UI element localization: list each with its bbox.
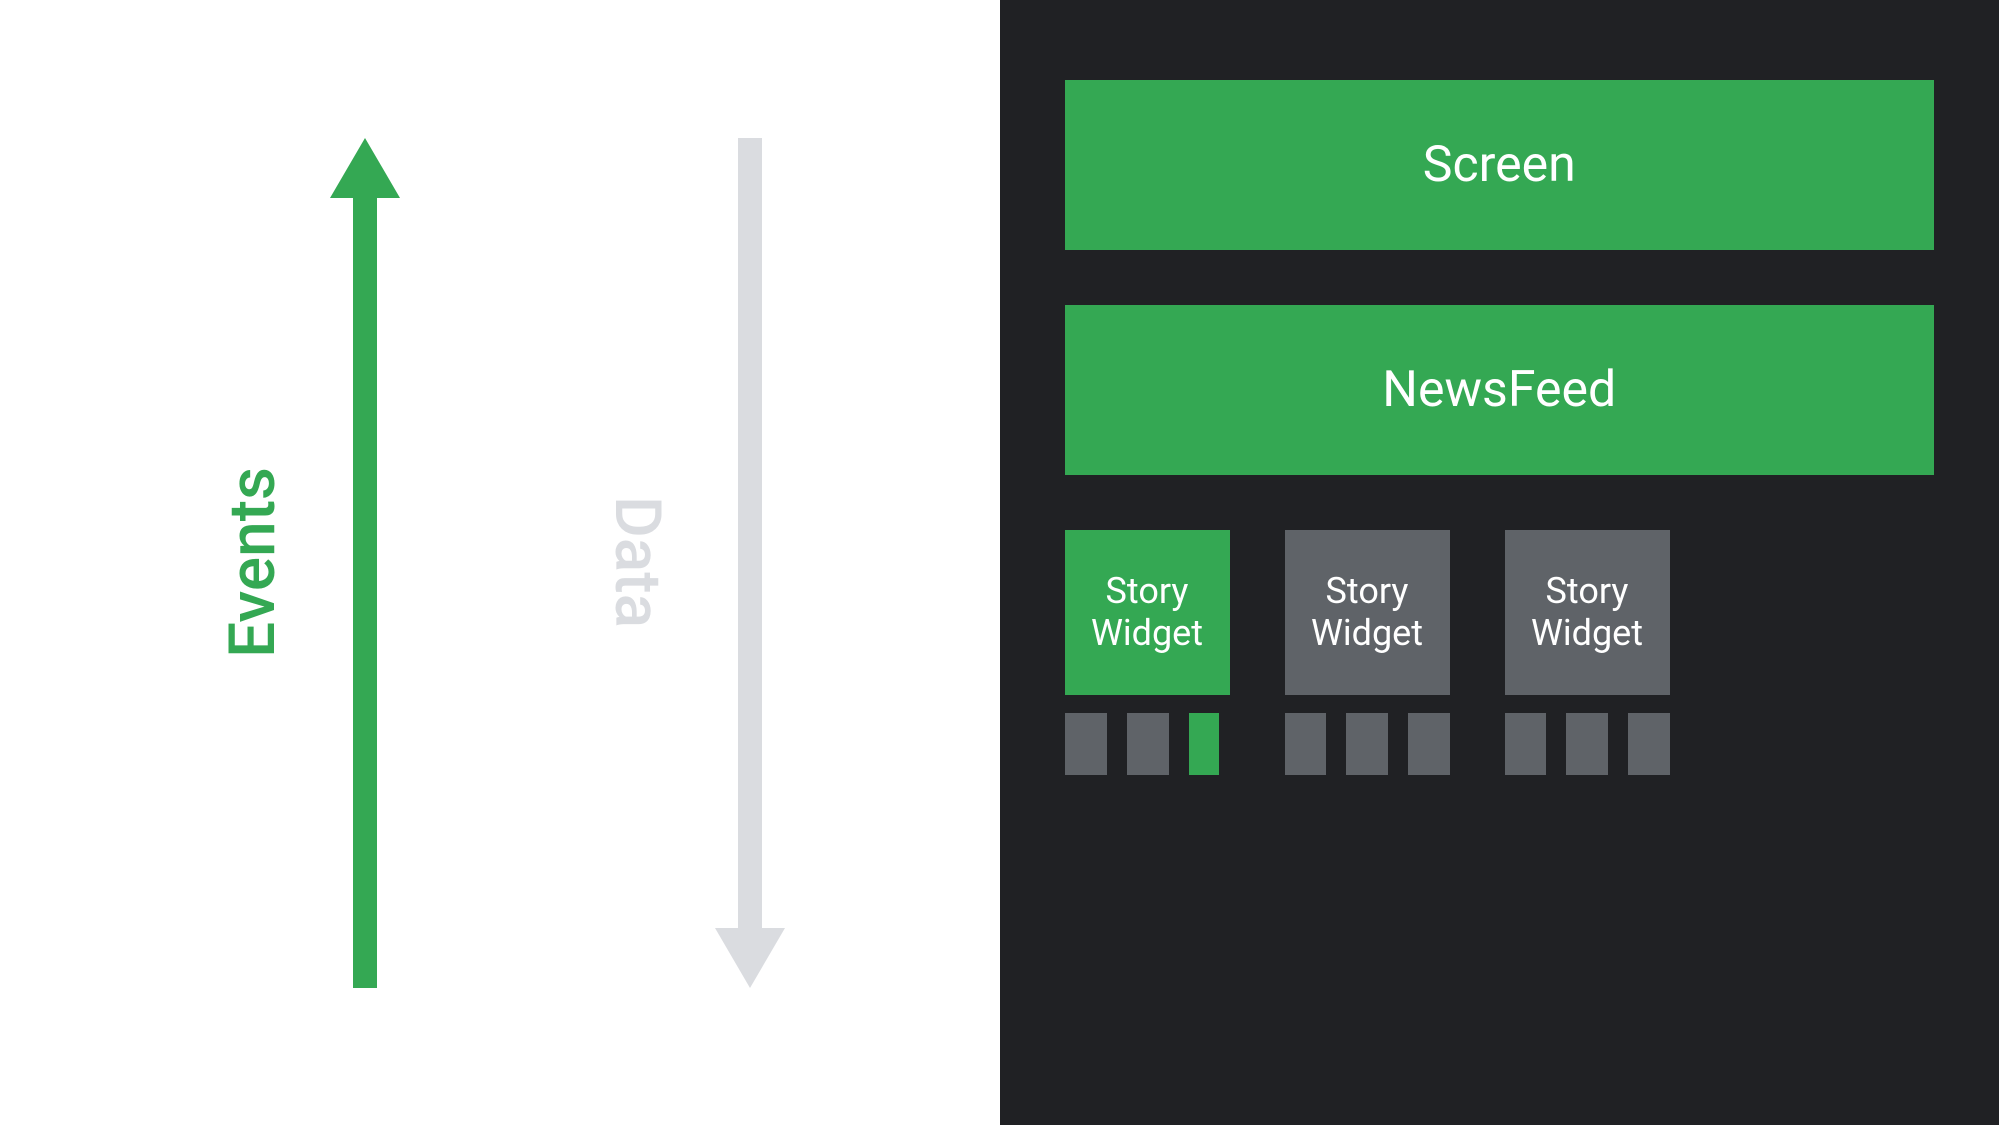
events-label: Events — [215, 467, 290, 658]
data-label: Data — [600, 496, 675, 628]
right-panel: Screen NewsFeed Story Widget Story Widge… — [1000, 0, 1999, 1125]
widget-title-line1: Story — [1106, 571, 1189, 612]
events-flow-group: Events — [215, 138, 400, 988]
events-arrow-up-icon — [330, 138, 400, 988]
data-flow-group: Data — [600, 138, 785, 988]
leaf-chip — [1505, 713, 1547, 775]
leaf-chip — [1065, 713, 1107, 775]
widget-row: Story Widget Story Widget Story Widget — [1065, 530, 1935, 695]
widget-title-line2: Widget — [1311, 613, 1423, 654]
widget-title-line2: Widget — [1091, 613, 1203, 654]
data-arrow-down-icon — [715, 138, 785, 988]
chip-group-1 — [1065, 713, 1230, 775]
widget-title-line1: Story — [1546, 571, 1629, 612]
chip-group-2 — [1285, 713, 1450, 775]
widget-title-line2: Widget — [1531, 613, 1643, 654]
leaf-chip — [1408, 713, 1450, 775]
widget-title-line1: Story — [1326, 571, 1409, 612]
leaf-chip — [1566, 713, 1608, 775]
chip-row — [1065, 713, 1935, 775]
left-panel: Events Data — [0, 0, 1000, 1125]
story-widget: Story Widget — [1285, 530, 1450, 695]
leaf-chip — [1127, 713, 1169, 775]
story-widget-active: Story Widget — [1065, 530, 1230, 695]
chip-group-3 — [1505, 713, 1670, 775]
leaf-chip — [1346, 713, 1388, 775]
story-widget: Story Widget — [1505, 530, 1670, 695]
leaf-chip-active — [1189, 713, 1219, 775]
leaf-chip — [1628, 713, 1670, 775]
leaf-chip — [1285, 713, 1327, 775]
newsfeed-block: NewsFeed — [1065, 305, 1935, 475]
screen-block: Screen — [1065, 80, 1935, 250]
